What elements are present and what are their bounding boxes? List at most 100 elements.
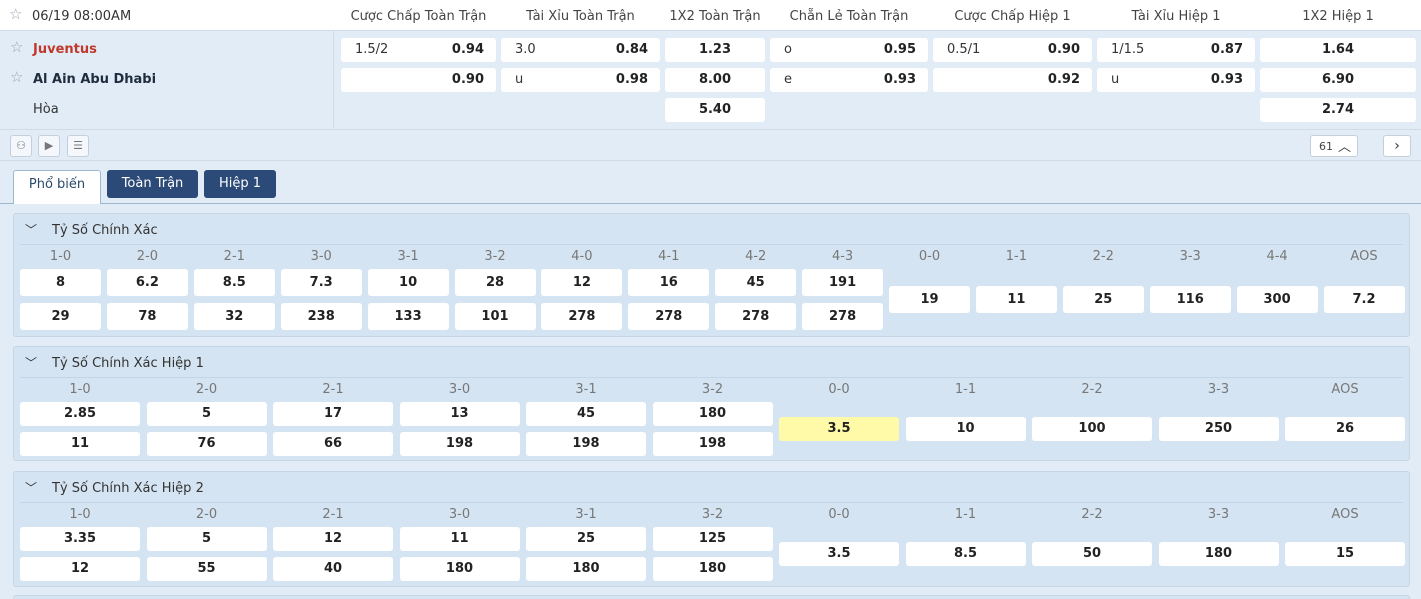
score-odds-cell-away[interactable]: 66 [273, 432, 393, 456]
odds-cell-oddeven-ft-odd[interactable]: o 0.95 [770, 38, 928, 62]
score-odds-cell-away[interactable]: 278 [541, 303, 623, 330]
score-odds-cell-home[interactable]: 5 [146, 402, 267, 426]
odds-cell-1x2-h1-draw[interactable]: 2.74 [1260, 98, 1416, 122]
stats-icon[interactable]: ⚇ [10, 135, 32, 157]
odds-cell-oddeven-ft-even[interactable]: e 0.93 [770, 68, 928, 92]
score-odds-cell-draw[interactable]: 15 [1285, 542, 1405, 566]
odds-cell-overunder-h1-over[interactable]: 1/1.5 0.87 [1097, 38, 1255, 62]
score-odds-cell-away[interactable]: 238 [280, 303, 362, 330]
score-odds-cell-home[interactable]: 12 [273, 527, 393, 551]
score-odds-cell-draw[interactable]: 250 [1158, 417, 1279, 441]
chevron-down-icon[interactable]: ﹀ [25, 221, 37, 238]
column-header-handicap-h1: Cược Chấp Hiệp 1 [954, 9, 1071, 24]
score-odds-cell-home[interactable]: 6.2 [106, 269, 188, 296]
score-odds-cell-away[interactable]: 278 [628, 303, 710, 330]
score-odds-cell-home[interactable]: 125 [652, 527, 773, 551]
score-odds-cell-draw[interactable]: 3.5 [779, 417, 899, 441]
score-odds-cell-away[interactable]: 198 [526, 432, 646, 456]
score-label: 2-1 [223, 249, 245, 264]
odds-cell-overunder-h1-under[interactable]: u 0.93 [1097, 68, 1255, 92]
odds-cell-handicap-ft-home[interactable]: 1.5/2 0.94 [341, 38, 496, 62]
score-odds-cell-draw[interactable]: 7.2 [1323, 286, 1405, 313]
score-odds-cell-draw[interactable]: 300 [1236, 286, 1318, 313]
divider [20, 502, 1403, 503]
score-label: 2-2 [1081, 382, 1103, 397]
score-odds-cell-away[interactable]: 133 [367, 303, 449, 330]
tab-popular[interactable]: Phổ biến [13, 170, 101, 204]
list-icon[interactable]: ☰ [67, 135, 89, 157]
odds-cell-handicap-ft-away[interactable]: 0.90 [341, 68, 496, 92]
score-odds-cell-draw[interactable]: 100 [1032, 417, 1152, 441]
score-odds-cell-away[interactable]: 78 [106, 303, 188, 330]
score-odds-cell-draw[interactable]: 25 [1062, 286, 1144, 313]
odds-value: 0.98 [615, 72, 648, 87]
odds-cell-handicap-h1-away[interactable]: 0.92 [933, 68, 1092, 92]
market-count-toggle[interactable]: 61 ︿ [1310, 135, 1358, 157]
score-odds-cell-away[interactable]: 32 [193, 303, 275, 330]
score-odds-cell-home[interactable]: 191 [802, 269, 884, 296]
score-odds-cell-home[interactable]: 7.3 [280, 269, 362, 296]
odds-cell-handicap-h1-home[interactable]: 0.5/1 0.90 [933, 38, 1092, 62]
score-odds-cell-home[interactable]: 180 [652, 402, 773, 426]
score-odds-cell-home[interactable]: 45 [715, 269, 797, 296]
score-odds-cell-away[interactable]: 198 [399, 432, 520, 456]
score-odds-cell-away[interactable]: 40 [273, 557, 393, 581]
score-odds-cell-draw[interactable]: 26 [1285, 417, 1405, 441]
score-odds-cell-away[interactable]: 101 [454, 303, 536, 330]
score-odds-cell-draw[interactable]: 10 [905, 417, 1026, 441]
odds-cell-1x2-ft-away[interactable]: 8.00 [665, 68, 765, 92]
total-line: 1/1.5 [1111, 42, 1145, 57]
score-odds-cell-home[interactable]: 13 [399, 402, 520, 426]
chevron-right-icon[interactable]: › [1383, 135, 1411, 157]
odds-cell-1x2-ft-home[interactable]: 1.23 [665, 38, 765, 62]
tab-full-match[interactable]: Toàn Trận [107, 170, 198, 198]
chevron-down-icon[interactable]: ﹀ [25, 479, 37, 496]
score-odds-cell-draw[interactable]: 116 [1149, 286, 1231, 313]
score-odds-cell-away[interactable]: 55 [146, 557, 267, 581]
score-label: 1-1 [954, 382, 977, 397]
score-odds-cell-draw[interactable]: 180 [1158, 542, 1279, 566]
score-odds-cell-away[interactable]: 198 [652, 432, 773, 456]
score-odds-cell-away[interactable]: 180 [399, 557, 520, 581]
score-odds-cell-home[interactable]: 10 [367, 269, 449, 296]
odds-cell-overunder-ft-under[interactable]: u 0.98 [501, 68, 660, 92]
score-odds-cell-home[interactable]: 8 [20, 269, 101, 296]
score-odds-cell-draw[interactable]: 50 [1032, 542, 1152, 566]
score-odds-cell-away[interactable]: 12 [20, 557, 140, 581]
score-odds-cell-home[interactable]: 5 [146, 527, 267, 551]
score-odds-cell-draw[interactable]: 11 [975, 286, 1057, 313]
odds-cell-overunder-ft-over[interactable]: 3.0 0.84 [501, 38, 660, 62]
play-icon[interactable]: ▶ [38, 135, 60, 157]
score-odds-cell-home[interactable]: 8.5 [193, 269, 275, 296]
score-odds-cell-away[interactable]: 180 [652, 557, 773, 581]
score-odds-cell-away[interactable]: 278 [802, 303, 884, 330]
score-odds-cell-home[interactable]: 11 [399, 527, 520, 551]
star-icon[interactable]: ☆ [9, 7, 22, 22]
score-odds-cell-home[interactable]: 3.35 [20, 527, 140, 551]
chevron-down-icon[interactable]: ﹀ [25, 354, 37, 371]
score-odds-cell-home[interactable]: 28 [454, 269, 536, 296]
score-odds-cell-home[interactable]: 16 [628, 269, 710, 296]
score-odds-cell-away[interactable]: 11 [20, 432, 140, 456]
odds-cell-1x2-h1-home[interactable]: 1.64 [1260, 38, 1416, 62]
score-odds-cell-away[interactable]: 180 [526, 557, 646, 581]
score-odds-cell-draw[interactable]: 8.5 [905, 542, 1026, 566]
score-odds-cell-draw[interactable]: 3.5 [779, 542, 899, 566]
score-odds-cell-home[interactable]: 25 [526, 527, 646, 551]
score-odds-cell-home[interactable]: 45 [526, 402, 646, 426]
total-line: u [515, 72, 524, 87]
score-odds-cell-away[interactable]: 29 [20, 303, 101, 330]
star-icon[interactable]: ☆ [10, 38, 23, 56]
odds-cell-1x2-ft-draw[interactable]: 5.40 [665, 98, 765, 122]
section-next [13, 595, 1410, 599]
star-icon[interactable]: ☆ [10, 68, 23, 86]
tab-first-half[interactable]: Hiệp 1 [204, 170, 276, 198]
score-odds-cell-away[interactable]: 278 [715, 303, 797, 330]
score-odds-cell-away[interactable]: 76 [146, 432, 267, 456]
score-label: AOS [1331, 507, 1359, 522]
score-odds-cell-home[interactable]: 17 [273, 402, 393, 426]
score-odds-cell-home[interactable]: 2.85 [20, 402, 140, 426]
odds-cell-1x2-h1-away[interactable]: 6.90 [1260, 68, 1416, 92]
score-odds-cell-draw[interactable]: 19 [889, 286, 970, 313]
score-odds-cell-home[interactable]: 12 [541, 269, 623, 296]
